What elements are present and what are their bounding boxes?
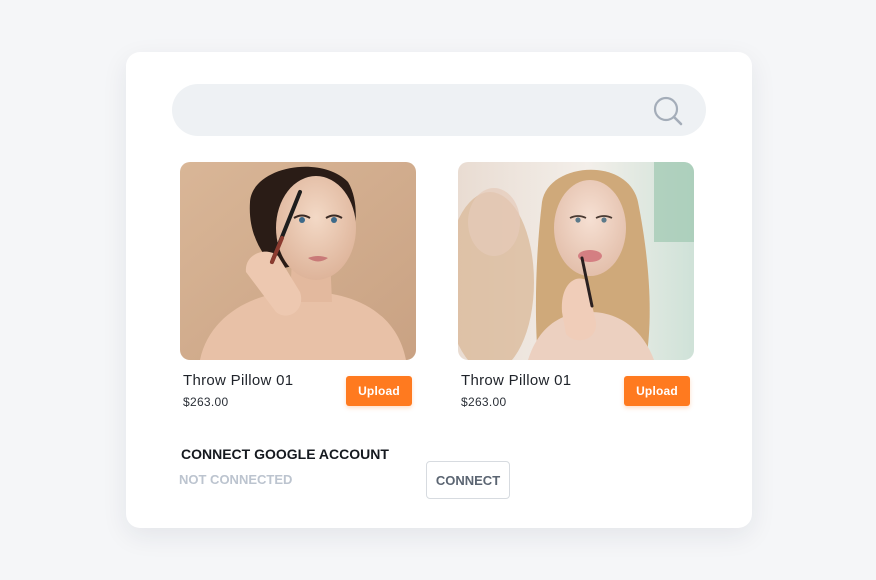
product-name: Throw Pillow 01 [183,372,294,389]
search-icon[interactable] [652,95,684,127]
page-background: Throw Pillow 01 $263.00 Upload Throw Pil… [0,0,876,580]
content-card: Throw Pillow 01 $263.00 Upload Throw Pil… [126,52,752,528]
product-card: Throw Pillow 01 $263.00 Upload [180,162,416,409]
product-name: Throw Pillow 01 [461,372,572,389]
product-price: $263.00 [461,395,507,409]
product-card: Throw Pillow 01 $263.00 Upload [458,162,694,409]
product-price: $263.00 [183,395,229,409]
upload-button[interactable]: Upload [624,376,690,406]
connection-status: NOT CONNECTED [179,472,293,487]
upload-button[interactable]: Upload [346,376,412,406]
product-image[interactable] [458,162,694,360]
search-bar [172,84,706,136]
connect-button[interactable]: CONNECT [426,461,510,499]
search-input[interactable] [192,92,636,130]
connect-google-title: CONNECT GOOGLE ACCOUNT [181,446,389,462]
product-image[interactable] [180,162,416,360]
